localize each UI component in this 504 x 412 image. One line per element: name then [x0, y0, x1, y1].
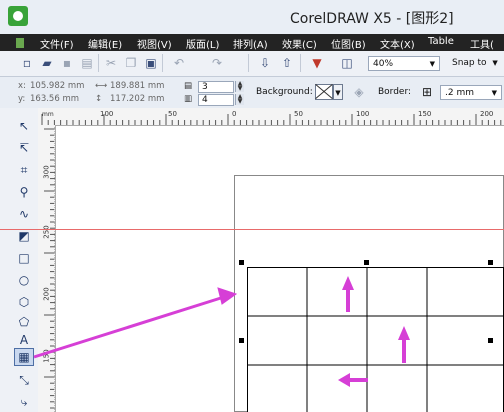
menu-arrange[interactable]: 排列(A)	[233, 36, 268, 51]
open-icon[interactable]: ▰	[40, 56, 54, 70]
rectangle-tool-icon[interactable]: □	[16, 250, 32, 266]
smart-fill-icon[interactable]: ◩	[16, 228, 32, 244]
table-columns-input[interactable]: 4	[198, 94, 234, 106]
selection-handle[interactable]	[239, 260, 244, 265]
ruler-label: 50	[294, 110, 303, 118]
menu-bitmaps[interactable]: 位图(B)	[331, 36, 366, 51]
export-icon[interactable]: ⇧	[280, 56, 294, 70]
ruler-label: 250	[42, 225, 51, 239]
table-rows-icon: ▤	[184, 81, 193, 91]
table-columns-value: 4	[202, 95, 208, 105]
new-document-icon[interactable]: ▫	[20, 56, 34, 70]
zoom-tool-icon[interactable]: ⚲	[16, 184, 32, 200]
toolbar-separator	[300, 54, 301, 72]
ruler-label: 300	[42, 165, 51, 179]
crop-tool-icon[interactable]: ⌗	[16, 162, 32, 178]
x-position-field[interactable]: 105.982 mm	[30, 81, 84, 91]
page-border	[54, 127, 58, 412]
table-rows-input[interactable]: 3	[198, 81, 234, 93]
snap-to-button[interactable]: Snap to ▼	[452, 56, 504, 71]
width-icon: ⟷	[95, 81, 108, 91]
ellipse-tool-icon[interactable]: ○	[16, 272, 32, 288]
ruler-label: 150	[418, 110, 432, 118]
height-icon: ↕	[95, 94, 103, 104]
y-position-field[interactable]: 163.56 mm	[30, 94, 79, 104]
menu-layout[interactable]: 版面(L)	[186, 36, 219, 51]
menu-text[interactable]: 文本(X)	[380, 36, 415, 51]
window-title: CorelDRAW X5 - [图形2]	[290, 11, 454, 27]
application-launcher-icon[interactable]: ▼	[310, 56, 324, 70]
snap-to-label: Snap to	[452, 58, 487, 68]
table-rows-value: 3	[202, 82, 208, 92]
ruler-label: 200	[42, 287, 51, 301]
menu-effects[interactable]: 效果(C)	[282, 36, 317, 51]
ruler-label: 0	[232, 110, 237, 118]
object-height-field[interactable]: 117.202 mm	[110, 94, 164, 104]
menu-document-icon	[16, 38, 24, 48]
selection-handle[interactable]	[364, 260, 369, 265]
freehand-tool-icon[interactable]: ∿	[16, 206, 32, 222]
polygon-tool-icon[interactable]: ⬡	[16, 294, 32, 310]
ruler-unit-label: mm	[42, 111, 54, 118]
import-icon[interactable]: ⇩	[258, 56, 272, 70]
border-selection-icon[interactable]: ⊞	[420, 85, 434, 99]
ruler-label: 50	[168, 110, 177, 118]
menu-view[interactable]: 视图(V)	[137, 36, 172, 51]
table-object[interactable]	[247, 267, 504, 412]
ruler-label: 100	[100, 110, 114, 118]
chevron-down-icon: ▼	[429, 60, 435, 68]
shape-tool-icon[interactable]: ↸	[16, 140, 32, 156]
x-label: x:	[18, 81, 26, 91]
toolbar-separator	[248, 54, 249, 72]
object-width-field[interactable]: 189.881 mm	[110, 81, 164, 91]
cut-icon[interactable]: ✂	[104, 56, 118, 70]
coreldraw-logo-icon	[8, 6, 28, 26]
ruler-label: 150	[42, 349, 51, 363]
background-dropdown-arrow-icon[interactable]: ▼	[333, 84, 343, 100]
border-width-value: .2 mm	[445, 88, 474, 98]
toolbar-separator	[162, 54, 163, 72]
pick-tool-icon[interactable]: ↖	[16, 118, 32, 134]
menu-file[interactable]: 文件(F)	[40, 36, 74, 51]
horizontal-guideline[interactable]	[0, 229, 504, 230]
chevron-down-icon: ▼	[492, 59, 498, 67]
zoom-level-dropdown[interactable]: 40% ▼	[368, 56, 440, 71]
menu-edit[interactable]: 编辑(E)	[88, 36, 122, 51]
selection-handle[interactable]	[488, 338, 493, 343]
rows-spin-arrows-icon[interactable]: ▲ ▼	[235, 81, 244, 92]
paste-icon[interactable]: ▣	[144, 56, 158, 70]
edit-fill-icon[interactable]: ◈	[352, 85, 366, 99]
menu-tools[interactable]: 工具(	[470, 36, 494, 51]
background-color-swatch[interactable]	[315, 84, 333, 100]
selection-handle[interactable]	[239, 338, 244, 343]
text-tool-icon[interactable]: A	[16, 332, 32, 348]
menu-table[interactable]: Table	[428, 36, 454, 47]
y-label: y:	[18, 94, 26, 104]
columns-spin-arrows-icon[interactable]: ▲ ▼	[235, 94, 244, 105]
ruler-label: 100	[356, 110, 370, 118]
undo-icon[interactable]: ↶	[172, 56, 186, 70]
chevron-down-icon: ▼	[491, 89, 497, 97]
save-icon[interactable]: ▪	[60, 56, 74, 70]
connector-tool-icon[interactable]: ⤷	[16, 394, 32, 410]
toolbar-separator	[98, 54, 99, 72]
table-tool-icon: ▦	[18, 350, 30, 364]
selection-handle[interactable]	[488, 260, 493, 265]
zoom-level-value: 40%	[373, 59, 394, 69]
basic-shapes-icon[interactable]: ⬠	[16, 314, 32, 330]
background-label: Background:	[256, 87, 313, 97]
copy-icon[interactable]: ❐	[124, 56, 138, 70]
parallel-dimension-icon[interactable]: ⤡	[16, 372, 32, 388]
border-label: Border:	[378, 87, 412, 97]
welcome-screen-icon[interactable]: ◫	[340, 56, 354, 70]
ruler-label: 200	[480, 110, 494, 118]
table-columns-icon: ▥	[184, 94, 193, 104]
border-width-dropdown[interactable]: .2 mm ▼	[440, 85, 502, 100]
redo-icon[interactable]: ↷	[210, 56, 224, 70]
print-icon[interactable]: ▤	[80, 56, 94, 70]
